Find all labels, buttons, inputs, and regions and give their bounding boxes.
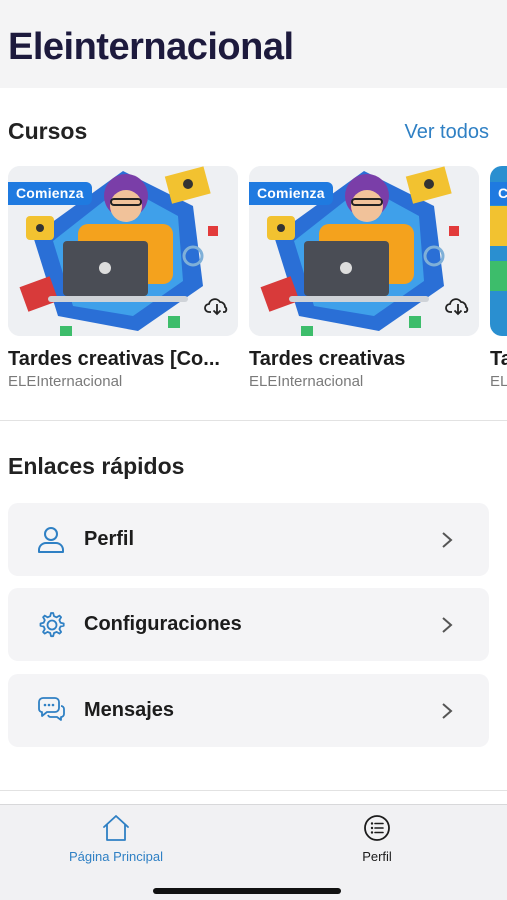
course-author: ELEInternacional (249, 373, 364, 390)
course-thumbnail: C (490, 166, 507, 336)
quick-links-section-title: Enlaces rápidos (8, 453, 185, 479)
section-divider (0, 420, 507, 421)
nav-tab-label: Perfil (362, 849, 392, 864)
user-icon (38, 527, 64, 553)
course-card[interactable]: C Ta EL (490, 166, 507, 396)
course-name: Tardes creativas [Co... (8, 348, 220, 370)
course-status-badge: Comienza (8, 182, 92, 205)
cloud-download-icon[interactable] (445, 296, 471, 316)
course-thumbnail: Comienza (249, 166, 479, 336)
course-status-badge: Comienza (249, 182, 333, 205)
chat-bubbles-icon (38, 697, 65, 721)
quick-link-label: Perfil (84, 528, 135, 550)
quick-link-configuraciones[interactable]: Configuraciones (8, 588, 489, 661)
quick-link-perfil[interactable]: Perfil (8, 503, 489, 576)
course-author: ELEInternacional (8, 373, 123, 390)
home-indicator (153, 888, 341, 894)
chevron-right-icon (442, 703, 453, 719)
courses-section-title: Cursos (8, 118, 88, 144)
course-card[interactable]: Comienza Tardes creativas [Co... ELEInte… (8, 166, 238, 396)
course-author: EL (490, 373, 507, 390)
bottom-nav: Página Principal Perfil (0, 804, 507, 900)
nav-tab-label: Página Principal (69, 849, 163, 864)
quick-link-mensajes[interactable]: Mensajes (8, 674, 489, 747)
page-title: Eleinternacional (8, 26, 294, 68)
course-name: Ta (490, 348, 507, 370)
see-all-courses-link[interactable]: Ver todos (404, 121, 489, 144)
course-status-badge: C (490, 182, 507, 205)
gear-icon (39, 612, 65, 638)
chevron-right-icon (442, 617, 453, 633)
cloud-download-icon[interactable] (204, 296, 230, 316)
quick-link-label: Configuraciones (84, 613, 242, 635)
course-thumbnail: Comienza (8, 166, 238, 336)
home-icon (103, 815, 129, 841)
course-card[interactable]: Comienza Tardes creativas ELEInternacion… (249, 166, 479, 396)
chevron-right-icon (442, 532, 453, 548)
app-header: Eleinternacional (0, 0, 507, 88)
course-name: Tardes creativas (249, 348, 406, 370)
quick-link-label: Mensajes (84, 699, 175, 721)
nav-tab-home[interactable]: Página Principal (41, 813, 191, 864)
section-divider (0, 790, 507, 791)
courses-carousel[interactable]: Comienza Tardes creativas [Co... ELEInte… (0, 166, 507, 396)
list-circle-icon (364, 815, 390, 841)
nav-tab-perfil[interactable]: Perfil (302, 813, 452, 864)
